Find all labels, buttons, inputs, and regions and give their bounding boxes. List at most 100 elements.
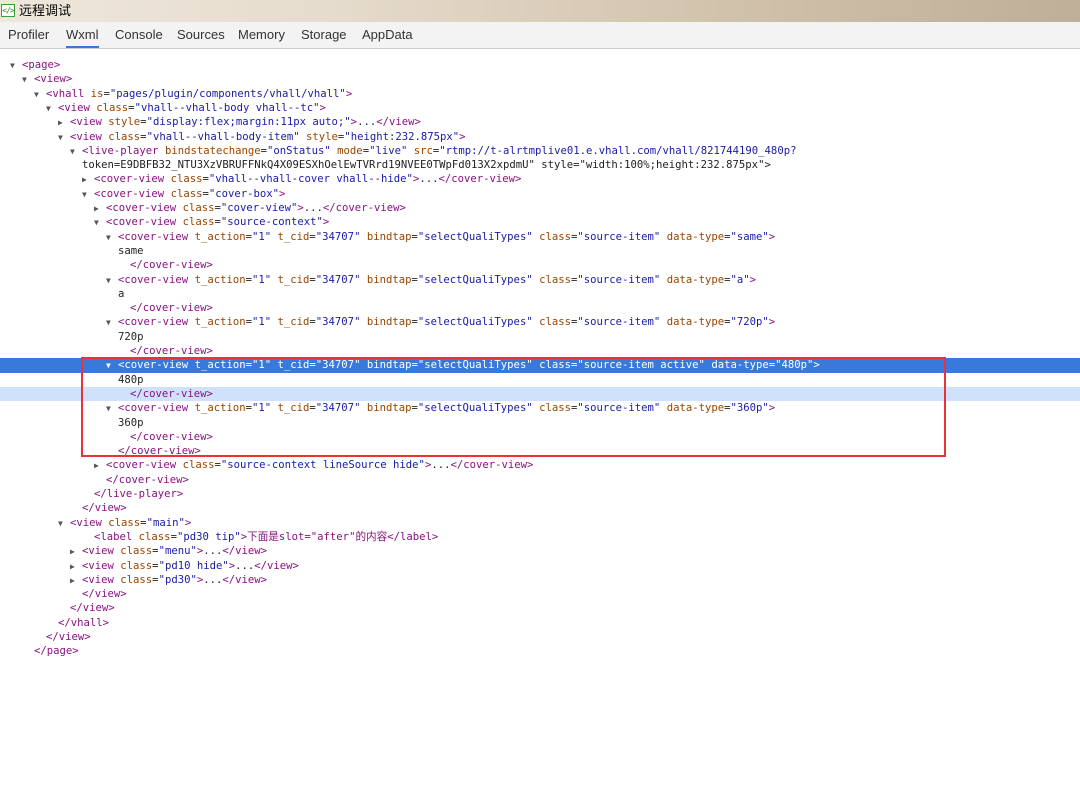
dom-tree-node[interactable]: </cover-view> [0, 430, 1080, 444]
dom-tree-node[interactable]: </cover-view> [0, 258, 1080, 272]
tab-appdata[interactable]: AppData [362, 22, 413, 48]
tab-profiler[interactable]: Profiler [8, 22, 49, 48]
dom-tree-node[interactable]: ▼ <live-player bindstatechange="onStatus"… [0, 144, 1080, 158]
expand-triangle-right-icon[interactable]: ▶ [94, 459, 106, 473]
node-markup: </cover-view> [118, 445, 201, 458]
dom-tree-node[interactable]: ▼ <view class="vhall--vhall-body-item" st… [0, 130, 1080, 144]
node-markup: <live-player bindstatechange="onStatus" … [82, 144, 797, 157]
node-markup: <cover-view t_action="1" t_cid="34707" b… [118, 359, 820, 372]
dom-tree-node[interactable]: ▼ <view class="main"> [0, 516, 1080, 530]
node-markup: a [118, 287, 125, 300]
dom-tree-node[interactable]: ▼ <cover-view t_action="1" t_cid="34707" … [0, 358, 1080, 373]
dom-tree-node[interactable]: ▶ <cover-view class="cover-view">...</cov… [0, 201, 1080, 215]
expand-triangle-down-icon[interactable]: ▼ [58, 517, 70, 531]
node-markup: <cover-view t_action="1" t_cid="34707" b… [118, 402, 776, 415]
dom-tree-node[interactable]: ▼ <cover-view class="cover-box"> [0, 187, 1080, 201]
dom-tree-node[interactable]: ▶ <view class="pd30">...</view> [0, 573, 1080, 587]
node-markup: </view> [82, 588, 127, 601]
expand-triangle-down-icon[interactable]: ▼ [82, 188, 94, 202]
tab-wxml[interactable]: Wxml [66, 22, 99, 48]
expand-triangle-down-icon[interactable]: ▼ [106, 231, 118, 245]
expand-triangle-down-icon[interactable]: ▼ [106, 316, 118, 330]
node-markup: </vhall> [58, 616, 110, 629]
dom-tree-node[interactable]: ▼ <cover-view t_action="1" t_cid="34707" … [0, 401, 1080, 415]
node-markup: <view style="display:flex;margin:11px au… [70, 116, 421, 129]
dom-tree-node[interactable]: ▶ <view class="menu">...</view> [0, 544, 1080, 558]
dom-tree-node[interactable]: ▼ <view class="vhall--vhall-body vhall--t… [0, 101, 1080, 115]
dom-tree-node[interactable]: ▼ <cover-view class="source-context"> [0, 215, 1080, 229]
dom-tree-node[interactable]: </view> [0, 630, 1080, 644]
dom-tree-node[interactable]: </vhall> [0, 616, 1080, 630]
dom-tree-node[interactable]: ▶ <view style="display:flex;margin:11px a… [0, 115, 1080, 129]
expand-triangle-right-icon[interactable]: ▶ [70, 560, 82, 574]
dom-tree-node[interactable]: same [0, 244, 1080, 258]
dom-tree-node[interactable]: </cover-view> [0, 473, 1080, 487]
dom-tree-node[interactable]: ▼ <cover-view t_action="1" t_cid="34707" … [0, 315, 1080, 329]
expand-triangle-down-icon[interactable]: ▼ [106, 402, 118, 416]
window-titlebar: </> 远程调试 [0, 0, 1080, 22]
dom-tree-node[interactable]: ▼ <view> [0, 72, 1080, 86]
dom-tree-node[interactable]: ▶ <view class="pd10 hide">...</view> [0, 559, 1080, 573]
dom-tree-node[interactable]: </view> [0, 601, 1080, 615]
tab-console[interactable]: Console [115, 22, 163, 48]
dom-tree-node[interactable]: </cover-view> [0, 386, 1080, 402]
code-icon: </> [1, 4, 15, 17]
dom-tree-node[interactable]: </cover-view> [0, 301, 1080, 315]
node-markup: <cover-view class="source-context"> [106, 216, 330, 229]
expand-triangle-right-icon[interactable]: ▶ [94, 202, 106, 216]
tab-storage[interactable]: Storage [301, 22, 347, 48]
expand-triangle-down-icon[interactable]: ▼ [10, 59, 22, 73]
dom-tree-node[interactable]: </page> [0, 644, 1080, 658]
expand-triangle-down-icon[interactable]: ▼ [106, 359, 118, 373]
dom-tree-node[interactable]: 360p [0, 416, 1080, 430]
expand-triangle-down-icon[interactable]: ▼ [22, 73, 34, 87]
dom-tree-node[interactable]: ▼ <vhall is="pages/plugin/components/vhal… [0, 87, 1080, 101]
dom-tree-node[interactable]: </view> [0, 501, 1080, 515]
node-markup: <cover-view class="cover-box"> [94, 187, 286, 200]
dom-tree-node[interactable]: ▼ <cover-view t_action="1" t_cid="34707" … [0, 273, 1080, 287]
expand-triangle-right-icon[interactable]: ▶ [70, 574, 82, 588]
expand-triangle-down-icon[interactable]: ▼ [46, 102, 58, 116]
node-markup: </cover-view> [130, 345, 213, 357]
dom-tree-node[interactable]: a [0, 287, 1080, 301]
node-markup: <view class="vhall--vhall-body vhall--tc… [58, 101, 326, 114]
expand-triangle-right-icon[interactable]: ▶ [82, 173, 94, 187]
dom-tree-node[interactable]: 480p [0, 373, 1080, 387]
expand-triangle-down-icon[interactable]: ▼ [106, 274, 118, 288]
node-markup: </view> [70, 602, 115, 615]
node-markup: </cover-view> [130, 302, 213, 315]
node-markup: 480p [118, 373, 144, 386]
expand-triangle-down-icon[interactable]: ▼ [58, 131, 70, 145]
dom-tree-node[interactable]: </view> [0, 587, 1080, 601]
tab-memory[interactable]: Memory [238, 22, 285, 48]
expand-triangle-down-icon[interactable]: ▼ [70, 145, 82, 159]
expand-triangle-down-icon[interactable]: ▼ [94, 216, 106, 230]
tab-sources[interactable]: Sources [177, 22, 225, 48]
node-markup: 360p [118, 416, 144, 429]
dom-tree-node[interactable]: 720p [0, 330, 1080, 344]
dom-tree-node[interactable]: ▶ <cover-view class="vhall--vhall-cover v… [0, 172, 1080, 186]
dom-tree-node[interactable]: </cover-view> [0, 344, 1080, 358]
dom-tree-node[interactable]: ▶ <cover-view class="source-context lineS… [0, 458, 1080, 472]
node-markup: </cover-view> [130, 259, 213, 272]
node-markup: <view> [34, 73, 73, 86]
dom-tree-node[interactable]: <label class="pd30 tip">下面是slot="after"的… [0, 530, 1080, 544]
node-markup: <cover-view class="vhall--vhall-cover vh… [94, 173, 522, 186]
expand-triangle-down-icon[interactable]: ▼ [34, 88, 46, 102]
wxml-element-tree: ▼ <page> ▼ <view> ▼ <vhall is="pages/plugin/c… [0, 58, 1080, 678]
node-markup: <cover-view class="source-context lineSo… [106, 459, 534, 472]
node-markup: <view class="vhall--vhall-body-item" sty… [70, 130, 466, 143]
expand-triangle-right-icon[interactable]: ▶ [70, 545, 82, 559]
node-markup: <view class="pd10 hide">...</view> [82, 559, 299, 572]
dom-tree-node[interactable]: ▼ <cover-view t_action="1" t_cid="34707" … [0, 230, 1080, 244]
dom-tree-node[interactable]: ▼ <page> [0, 58, 1080, 72]
window-title: 远程调试 [19, 3, 72, 18]
node-markup: same [118, 244, 144, 257]
expand-triangle-right-icon[interactable]: ▶ [58, 116, 70, 130]
dom-tree-node[interactable]: token=E9DBFB32_NTU3XzVBRUFFNkQ4X09ESXhOe… [0, 158, 1080, 172]
node-markup: </cover-view> [130, 430, 213, 443]
dom-tree-node[interactable]: </live-player> [0, 487, 1080, 501]
node-markup: </live-player> [94, 488, 184, 500]
dom-tree-node[interactable]: </cover-view> [0, 444, 1080, 458]
node-markup: <page> [22, 59, 61, 71]
